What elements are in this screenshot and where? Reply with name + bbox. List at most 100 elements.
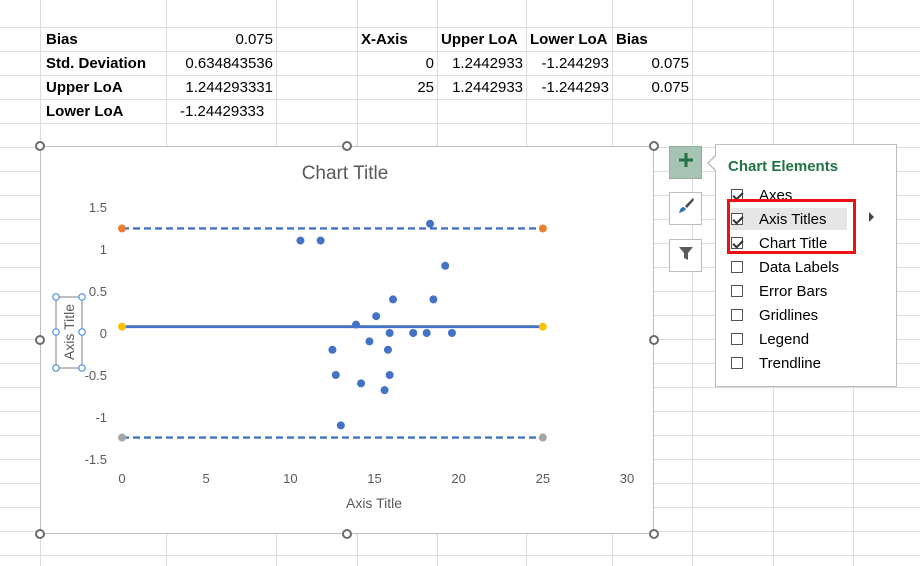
option-label: Data Labels bbox=[759, 258, 840, 276]
table-cell[interactable]: -1.244293 bbox=[526, 76, 609, 100]
stat-value-std[interactable]: 0.634843536 bbox=[166, 52, 273, 76]
stat-value-upper[interactable]: 1.244293331 bbox=[166, 76, 273, 100]
loa-marker bbox=[118, 224, 126, 233]
x-tick-label: 25 bbox=[536, 471, 550, 486]
data-point[interactable] bbox=[328, 345, 337, 354]
y-axis-title-handle bbox=[52, 328, 60, 336]
data-point[interactable] bbox=[426, 219, 435, 228]
y-tick-label: 0 bbox=[100, 326, 107, 341]
data-point[interactable] bbox=[372, 312, 381, 321]
table-cell[interactable]: 1.2442933 bbox=[437, 76, 523, 100]
loa-marker bbox=[118, 322, 126, 331]
x-tick-label: 20 bbox=[451, 471, 465, 486]
stat-label-std[interactable]: Std. Deviation bbox=[46, 52, 146, 76]
data-point[interactable] bbox=[380, 386, 389, 395]
resize-handle-left[interactable] bbox=[35, 335, 45, 345]
data-point[interactable] bbox=[296, 236, 305, 245]
option-label: Error Bars bbox=[759, 282, 828, 300]
option-label: Trendline bbox=[759, 354, 821, 372]
table-cell[interactable]: 0.075 bbox=[612, 76, 689, 100]
data-point[interactable] bbox=[422, 329, 431, 337]
x-axis-title[interactable]: Axis Title bbox=[346, 495, 402, 511]
option-data-labels[interactable]: Data Labels bbox=[731, 256, 871, 278]
resize-handle-right[interactable] bbox=[649, 335, 659, 345]
data-point[interactable] bbox=[429, 295, 438, 304]
data-point[interactable] bbox=[383, 345, 392, 354]
loa-marker bbox=[538, 322, 547, 331]
chevron-right-icon[interactable] bbox=[869, 212, 874, 222]
data-point[interactable] bbox=[316, 236, 325, 245]
y-axis-title-handle bbox=[78, 364, 86, 372]
bland-altman-chart[interactable]: Chart Title 1.5 1 0.5 0 -0.5 -1 -1.5 0 5 10 15 20 25 3… bbox=[40, 146, 654, 534]
x-tick-label: 5 bbox=[203, 471, 210, 486]
panel-pointer-inner bbox=[709, 155, 717, 171]
option-trendline[interactable]: Trendline bbox=[731, 352, 871, 374]
option-error-bars[interactable]: Error Bars bbox=[731, 280, 871, 302]
chart-styles-button[interactable] bbox=[669, 192, 702, 225]
x-tick-label: 30 bbox=[620, 471, 634, 486]
highlight-box bbox=[727, 199, 856, 254]
y-axis-title-handle bbox=[52, 293, 60, 301]
chart-elements-button[interactable] bbox=[669, 146, 702, 179]
checkbox-legend[interactable] bbox=[731, 333, 743, 345]
checkbox-error-bars[interactable] bbox=[731, 285, 743, 297]
y-tick-label: 0.5 bbox=[89, 284, 107, 299]
loa-marker bbox=[538, 433, 547, 442]
y-tick-label: -1.5 bbox=[85, 452, 107, 467]
data-point[interactable] bbox=[441, 261, 450, 270]
resize-handle-br[interactable] bbox=[649, 529, 659, 539]
x-tick-label: 0 bbox=[118, 471, 125, 486]
y-tick-label: -1 bbox=[95, 410, 107, 425]
resize-handle-tr[interactable] bbox=[649, 141, 659, 151]
loa-marker bbox=[538, 224, 547, 233]
table-header-upper[interactable]: Upper LoA bbox=[441, 28, 518, 52]
filter-icon bbox=[677, 244, 695, 267]
resize-handle-tl[interactable] bbox=[35, 141, 45, 151]
data-point[interactable] bbox=[389, 295, 398, 304]
checkbox-gridlines[interactable] bbox=[731, 309, 743, 321]
chart-filters-button[interactable] bbox=[669, 239, 702, 272]
stat-value-bias[interactable]: 0.075 bbox=[166, 28, 273, 52]
loa-marker bbox=[118, 433, 126, 442]
paintbrush-icon bbox=[676, 196, 696, 221]
y-axis-title-handle bbox=[78, 328, 86, 336]
y-axis-title[interactable]: Axis Title bbox=[61, 304, 77, 360]
data-point[interactable] bbox=[409, 329, 418, 337]
data-point[interactable] bbox=[336, 421, 345, 430]
table-header-lower[interactable]: Lower LoA bbox=[530, 28, 608, 52]
table-cell[interactable]: 1.2442933 bbox=[437, 52, 523, 76]
y-tick-label: 1.5 bbox=[89, 200, 107, 215]
stat-label-upper[interactable]: Upper LoA bbox=[46, 76, 123, 100]
data-point[interactable] bbox=[385, 329, 394, 337]
stat-value-lower[interactable]: -1.24429333 bbox=[180, 100, 264, 124]
stat-label-lower[interactable]: Lower LoA bbox=[46, 100, 124, 124]
table-cell[interactable]: -1.244293 bbox=[526, 52, 609, 76]
resize-handle-top[interactable] bbox=[342, 141, 352, 151]
data-point[interactable] bbox=[351, 320, 360, 329]
table-cell[interactable]: 0.075 bbox=[612, 52, 689, 76]
data-point[interactable] bbox=[331, 371, 340, 379]
table-cell[interactable]: 0 bbox=[357, 52, 434, 76]
x-tick-label: 10 bbox=[283, 471, 297, 486]
data-point[interactable] bbox=[447, 329, 456, 337]
y-tick-label: -0.5 bbox=[85, 368, 107, 383]
data-point[interactable] bbox=[385, 371, 394, 379]
panel-title: Chart Elements bbox=[728, 158, 839, 175]
resize-handle-bottom[interactable] bbox=[342, 529, 352, 539]
checkbox-data-labels[interactable] bbox=[731, 261, 743, 273]
option-gridlines[interactable]: Gridlines bbox=[731, 304, 871, 326]
data-point[interactable] bbox=[365, 337, 374, 346]
chart-title[interactable]: Chart Title bbox=[302, 163, 389, 184]
option-label: Legend bbox=[759, 330, 810, 348]
y-tick-label: 1 bbox=[100, 242, 107, 257]
plus-icon bbox=[677, 151, 695, 174]
table-cell[interactable]: 25 bbox=[357, 76, 434, 100]
checkbox-trendline[interactable] bbox=[731, 357, 743, 369]
y-axis-title-handle bbox=[52, 364, 60, 372]
resize-handle-bl[interactable] bbox=[35, 529, 45, 539]
table-header-xaxis[interactable]: X-Axis bbox=[361, 28, 408, 52]
data-point[interactable] bbox=[357, 379, 366, 388]
option-legend[interactable]: Legend bbox=[731, 328, 871, 350]
table-header-bias[interactable]: Bias bbox=[616, 28, 648, 52]
stat-label-bias[interactable]: Bias bbox=[46, 28, 78, 52]
